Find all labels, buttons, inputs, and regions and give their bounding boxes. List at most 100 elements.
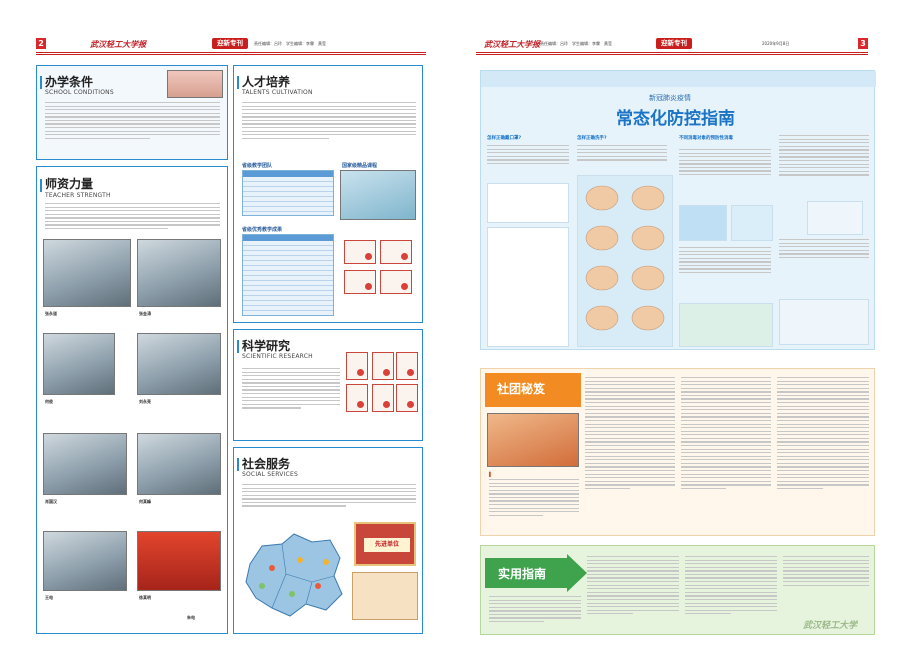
window-illustration xyxy=(679,205,727,241)
social-title: 社会服务 xyxy=(242,457,291,471)
talent-cultivation-panel: 人才培养 TALENTS CULTIVATION 省级教学团队 国家级精品课程 … xyxy=(233,65,423,323)
table2-label: 国家级精品课程 xyxy=(342,163,378,169)
teacher-photo-2 xyxy=(137,239,221,307)
award-certificate-3 xyxy=(344,270,376,294)
bathroom-illustration xyxy=(807,201,863,235)
science-subtitle: SCIENTIFIC RESEARCH xyxy=(242,353,313,360)
campus-photo xyxy=(167,70,223,98)
teacher-photo-3 xyxy=(43,333,115,395)
club-col3-text xyxy=(681,377,771,492)
teacher-subtitle: TEACHER STRENGTH xyxy=(45,192,111,199)
teacher-name-4: 刘永亮 xyxy=(139,399,151,404)
honor-plaque xyxy=(352,572,418,620)
covid-band xyxy=(481,71,876,87)
course-photo xyxy=(340,170,416,220)
club-col4-text xyxy=(777,377,869,492)
date-right: 2020年9月8日 xyxy=(762,41,790,46)
hand-icons xyxy=(585,185,665,331)
talent-body-text xyxy=(242,102,416,141)
covid-right-text xyxy=(779,135,869,178)
covid-right-text-2 xyxy=(779,239,869,260)
patent-certificate-5 xyxy=(372,384,394,412)
teacher-name-1: 张永道 xyxy=(45,311,57,316)
guide-col4-text xyxy=(783,556,869,588)
social-services-panel: 社会服务 SOCIAL SERVICES 先进单位 xyxy=(233,447,423,634)
school-subtitle: SCHOOL CONDITIONS xyxy=(45,89,114,96)
header-rule-left xyxy=(36,52,426,53)
award-certificate-1 xyxy=(344,240,376,264)
covid-sub-disinfect: 不同消毒对象的预防性消毒 xyxy=(679,136,733,141)
teacher-name-2: 张金涛 xyxy=(139,311,151,316)
patent-certificate-4 xyxy=(346,384,368,412)
science-body-text xyxy=(242,368,340,411)
club-col2-text xyxy=(585,377,675,492)
title-marker xyxy=(237,458,239,471)
title-marker xyxy=(40,179,42,192)
table3-label: 省级优秀教学成果 xyxy=(242,227,283,233)
teacher-photo-1 xyxy=(43,239,131,307)
guide-col1-text xyxy=(489,596,581,625)
teacher-photo-8 xyxy=(137,531,221,591)
covid-sub-mask: 怎样正确戴口罩? xyxy=(487,136,522,141)
newspaper-spread: 2 武汉轻工大学报 迎新专刊 责任编辑：吕玲 学生编辑：李霖 黄莹 武汉轻工大学… xyxy=(0,0,900,660)
hubei-map xyxy=(245,533,343,617)
mask-illustration xyxy=(487,183,569,223)
teacher-name-7: 王电 xyxy=(45,595,53,600)
editor-left: 责任编辑：吕玲 学生编辑：李霖 黄莹 xyxy=(254,41,326,46)
covid-kicker: 新冠肺炎疫情 xyxy=(649,94,691,102)
covid-disinfect-text-2 xyxy=(679,247,771,276)
talent-title: 人才培养 xyxy=(242,75,291,89)
bottles-illustration xyxy=(679,303,773,347)
masthead-left: 武汉轻工大学报 xyxy=(90,39,146,49)
teacher-photo-4 xyxy=(137,333,221,395)
talent-subtitle: TALENTS CULTIVATION xyxy=(242,89,313,96)
school-body-text xyxy=(45,102,220,141)
mask-steps xyxy=(487,227,569,347)
table1-label: 省级教学团队 xyxy=(242,163,273,169)
section-tag-right: 迎新专刊 xyxy=(656,38,692,49)
covid-title: 常态化防控指南 xyxy=(616,109,735,129)
header-rule-right xyxy=(476,52,868,53)
guide-footer-logo: 武汉轻工大学 xyxy=(803,621,858,631)
social-body-text xyxy=(242,484,416,509)
plaque-label: 先进单位 xyxy=(364,538,410,552)
covid-mask-text xyxy=(487,145,569,166)
covid-sub-hand: 怎样正确洗手? xyxy=(577,136,607,141)
practical-guide-panel: 实用指南 武汉轻工大学 xyxy=(480,545,875,635)
school-conditions-panel: 办学条件 SCHOOL CONDITIONS xyxy=(36,65,228,160)
scientific-research-panel: 科学研究 SCIENTIFIC RESEARCH xyxy=(233,329,423,441)
right-page-number: 3 xyxy=(858,38,868,49)
left-page-number: 2 xyxy=(36,38,46,49)
club-col1-text xyxy=(489,479,579,518)
covid-disinfect-text xyxy=(679,149,771,178)
editor-right: 责任编辑：吕玲 学生编辑：李霖 黄莹 xyxy=(540,41,612,46)
award-certificate-2 xyxy=(380,240,412,264)
teacher-strength-panel: 师资力量 TEACHER STRENGTH 张永道 张金涛 何俊 刘永亮 肖国汉… xyxy=(36,166,228,634)
teaching-team-table xyxy=(242,170,334,216)
club-photo xyxy=(487,413,579,467)
award-plaque: 先进单位 xyxy=(354,522,416,566)
header-rule-right-thin xyxy=(476,54,868,55)
guide-title: 实用指南 xyxy=(498,567,547,581)
title-marker xyxy=(237,76,239,89)
club-heading-1: ▌ xyxy=(489,473,493,478)
patent-certificate-2 xyxy=(372,352,394,380)
patent-certificate-1 xyxy=(346,352,368,380)
teacher-name-3: 何俊 xyxy=(45,399,53,404)
covid-guide-panel: 新冠肺炎疫情 常态化防控指南 怎样正确戴口罩? 怎样正确洗手? 不同消毒对象的预… xyxy=(480,70,876,350)
guide-col2-text xyxy=(587,556,679,617)
teacher-name-5: 肖国汉 xyxy=(45,499,57,504)
teacher-photo-6 xyxy=(137,433,221,495)
science-title: 科学研究 xyxy=(242,339,291,353)
teaching-achievement-table xyxy=(242,234,334,316)
social-subtitle: SOCIAL SERVICES xyxy=(242,471,298,478)
teacher-name-6: 何某峰 xyxy=(139,499,151,504)
handwash-steps xyxy=(577,175,673,347)
section-tag-left: 迎新专刊 xyxy=(212,38,248,49)
school-title: 办学条件 xyxy=(45,75,94,89)
patent-certificate-3 xyxy=(396,352,418,380)
teacher-title: 师资力量 xyxy=(45,177,94,191)
club-secrets-panel: 社团秘笈 ▌ xyxy=(480,368,875,536)
title-marker xyxy=(237,340,239,353)
guide-col3-text xyxy=(685,556,777,617)
